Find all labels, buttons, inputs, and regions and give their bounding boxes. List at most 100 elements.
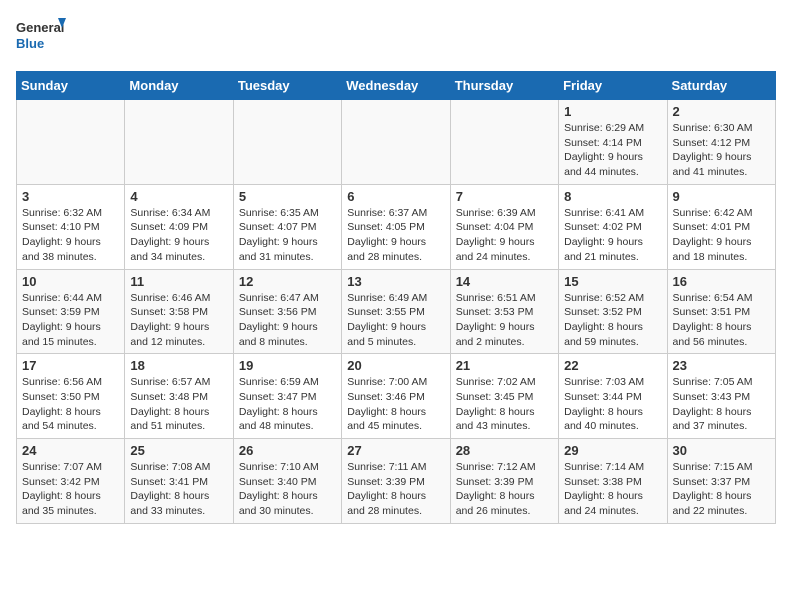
svg-text:Blue: Blue <box>16 36 44 51</box>
sunset-info: Sunset: 3:45 PM <box>456 390 553 405</box>
sunrise-info: Sunrise: 7:07 AM <box>22 460 119 475</box>
sunrise-info: Sunrise: 6:41 AM <box>564 206 661 221</box>
sunset-info: Sunset: 3:52 PM <box>564 305 661 320</box>
day-number: 18 <box>130 358 227 373</box>
calendar-cell: 18 Sunrise: 6:57 AM Sunset: 3:48 PM Dayl… <box>125 354 233 439</box>
day-info: Sunrise: 6:54 AM Sunset: 3:51 PM Dayligh… <box>673 291 770 350</box>
sunset-info: Sunset: 4:12 PM <box>673 136 770 151</box>
calendar-cell: 1 Sunrise: 6:29 AM Sunset: 4:14 PM Dayli… <box>559 100 667 185</box>
day-info: Sunrise: 6:56 AM Sunset: 3:50 PM Dayligh… <box>22 375 119 434</box>
day-number: 1 <box>564 104 661 119</box>
sunset-info: Sunset: 3:51 PM <box>673 305 770 320</box>
calendar-cell <box>342 100 450 185</box>
sunrise-info: Sunrise: 7:10 AM <box>239 460 336 475</box>
daylight-info: Daylight: 9 hours and 34 minutes. <box>130 235 227 264</box>
day-number: 3 <box>22 189 119 204</box>
day-info: Sunrise: 7:11 AM Sunset: 3:39 PM Dayligh… <box>347 460 444 519</box>
day-info: Sunrise: 6:42 AM Sunset: 4:01 PM Dayligh… <box>673 206 770 265</box>
daylight-info: Daylight: 8 hours and 26 minutes. <box>456 489 553 518</box>
sunset-info: Sunset: 3:58 PM <box>130 305 227 320</box>
calendar-cell: 14 Sunrise: 6:51 AM Sunset: 3:53 PM Dayl… <box>450 269 558 354</box>
sunrise-info: Sunrise: 6:35 AM <box>239 206 336 221</box>
sunset-info: Sunset: 3:42 PM <box>22 475 119 490</box>
sunrise-info: Sunrise: 6:32 AM <box>22 206 119 221</box>
calendar-cell: 6 Sunrise: 6:37 AM Sunset: 4:05 PM Dayli… <box>342 184 450 269</box>
calendar-cell <box>450 100 558 185</box>
sunrise-info: Sunrise: 6:57 AM <box>130 375 227 390</box>
day-info: Sunrise: 7:05 AM Sunset: 3:43 PM Dayligh… <box>673 375 770 434</box>
calendar-week-2: 3 Sunrise: 6:32 AM Sunset: 4:10 PM Dayli… <box>17 184 776 269</box>
day-info: Sunrise: 6:57 AM Sunset: 3:48 PM Dayligh… <box>130 375 227 434</box>
sunset-info: Sunset: 3:39 PM <box>347 475 444 490</box>
weekday-row: SundayMondayTuesdayWednesdayThursdayFrid… <box>17 72 776 100</box>
sunset-info: Sunset: 3:47 PM <box>239 390 336 405</box>
sunset-info: Sunset: 3:37 PM <box>673 475 770 490</box>
day-info: Sunrise: 6:35 AM Sunset: 4:07 PM Dayligh… <box>239 206 336 265</box>
weekday-header-tuesday: Tuesday <box>233 72 341 100</box>
daylight-info: Daylight: 9 hours and 24 minutes. <box>456 235 553 264</box>
day-number: 21 <box>456 358 553 373</box>
calendar-cell: 17 Sunrise: 6:56 AM Sunset: 3:50 PM Dayl… <box>17 354 125 439</box>
day-info: Sunrise: 6:49 AM Sunset: 3:55 PM Dayligh… <box>347 291 444 350</box>
day-info: Sunrise: 6:34 AM Sunset: 4:09 PM Dayligh… <box>130 206 227 265</box>
day-number: 16 <box>673 274 770 289</box>
daylight-info: Daylight: 8 hours and 54 minutes. <box>22 405 119 434</box>
day-info: Sunrise: 7:00 AM Sunset: 3:46 PM Dayligh… <box>347 375 444 434</box>
sunrise-info: Sunrise: 6:39 AM <box>456 206 553 221</box>
sunrise-info: Sunrise: 6:47 AM <box>239 291 336 306</box>
sunset-info: Sunset: 3:50 PM <box>22 390 119 405</box>
day-info: Sunrise: 6:32 AM Sunset: 4:10 PM Dayligh… <box>22 206 119 265</box>
calendar-cell: 2 Sunrise: 6:30 AM Sunset: 4:12 PM Dayli… <box>667 100 775 185</box>
day-info: Sunrise: 7:15 AM Sunset: 3:37 PM Dayligh… <box>673 460 770 519</box>
sunrise-info: Sunrise: 7:12 AM <box>456 460 553 475</box>
daylight-info: Daylight: 9 hours and 38 minutes. <box>22 235 119 264</box>
daylight-info: Daylight: 8 hours and 22 minutes. <box>673 489 770 518</box>
weekday-header-wednesday: Wednesday <box>342 72 450 100</box>
sunset-info: Sunset: 3:59 PM <box>22 305 119 320</box>
day-info: Sunrise: 6:39 AM Sunset: 4:04 PM Dayligh… <box>456 206 553 265</box>
day-info: Sunrise: 7:12 AM Sunset: 3:39 PM Dayligh… <box>456 460 553 519</box>
day-number: 13 <box>347 274 444 289</box>
sunrise-info: Sunrise: 7:15 AM <box>673 460 770 475</box>
day-number: 28 <box>456 443 553 458</box>
day-number: 22 <box>564 358 661 373</box>
day-number: 27 <box>347 443 444 458</box>
sunset-info: Sunset: 3:56 PM <box>239 305 336 320</box>
calendar-week-5: 24 Sunrise: 7:07 AM Sunset: 3:42 PM Dayl… <box>17 439 776 524</box>
day-info: Sunrise: 6:30 AM Sunset: 4:12 PM Dayligh… <box>673 121 770 180</box>
day-number: 25 <box>130 443 227 458</box>
daylight-info: Daylight: 8 hours and 43 minutes. <box>456 405 553 434</box>
day-number: 24 <box>22 443 119 458</box>
day-number: 11 <box>130 274 227 289</box>
calendar-cell: 4 Sunrise: 6:34 AM Sunset: 4:09 PM Dayli… <box>125 184 233 269</box>
calendar-cell: 29 Sunrise: 7:14 AM Sunset: 3:38 PM Dayl… <box>559 439 667 524</box>
day-number: 4 <box>130 189 227 204</box>
daylight-info: Daylight: 9 hours and 21 minutes. <box>564 235 661 264</box>
day-number: 20 <box>347 358 444 373</box>
weekday-header-sunday: Sunday <box>17 72 125 100</box>
sunset-info: Sunset: 3:41 PM <box>130 475 227 490</box>
sunrise-info: Sunrise: 6:44 AM <box>22 291 119 306</box>
daylight-info: Daylight: 9 hours and 18 minutes. <box>673 235 770 264</box>
daylight-info: Daylight: 8 hours and 37 minutes. <box>673 405 770 434</box>
daylight-info: Daylight: 8 hours and 51 minutes. <box>130 405 227 434</box>
day-info: Sunrise: 6:52 AM Sunset: 3:52 PM Dayligh… <box>564 291 661 350</box>
daylight-info: Daylight: 9 hours and 15 minutes. <box>22 320 119 349</box>
sunrise-info: Sunrise: 7:03 AM <box>564 375 661 390</box>
calendar-cell: 30 Sunrise: 7:15 AM Sunset: 3:37 PM Dayl… <box>667 439 775 524</box>
daylight-info: Daylight: 8 hours and 24 minutes. <box>564 489 661 518</box>
sunrise-info: Sunrise: 6:52 AM <box>564 291 661 306</box>
calendar-week-3: 10 Sunrise: 6:44 AM Sunset: 3:59 PM Dayl… <box>17 269 776 354</box>
svg-text:General: General <box>16 20 64 35</box>
day-info: Sunrise: 6:51 AM Sunset: 3:53 PM Dayligh… <box>456 291 553 350</box>
daylight-info: Daylight: 9 hours and 5 minutes. <box>347 320 444 349</box>
sunset-info: Sunset: 4:02 PM <box>564 220 661 235</box>
sunrise-info: Sunrise: 7:02 AM <box>456 375 553 390</box>
day-number: 26 <box>239 443 336 458</box>
calendar-cell: 15 Sunrise: 6:52 AM Sunset: 3:52 PM Dayl… <box>559 269 667 354</box>
daylight-info: Daylight: 8 hours and 35 minutes. <box>22 489 119 518</box>
day-info: Sunrise: 6:46 AM Sunset: 3:58 PM Dayligh… <box>130 291 227 350</box>
calendar-cell: 16 Sunrise: 6:54 AM Sunset: 3:51 PM Dayl… <box>667 269 775 354</box>
sunrise-info: Sunrise: 6:30 AM <box>673 121 770 136</box>
calendar-cell: 23 Sunrise: 7:05 AM Sunset: 3:43 PM Dayl… <box>667 354 775 439</box>
